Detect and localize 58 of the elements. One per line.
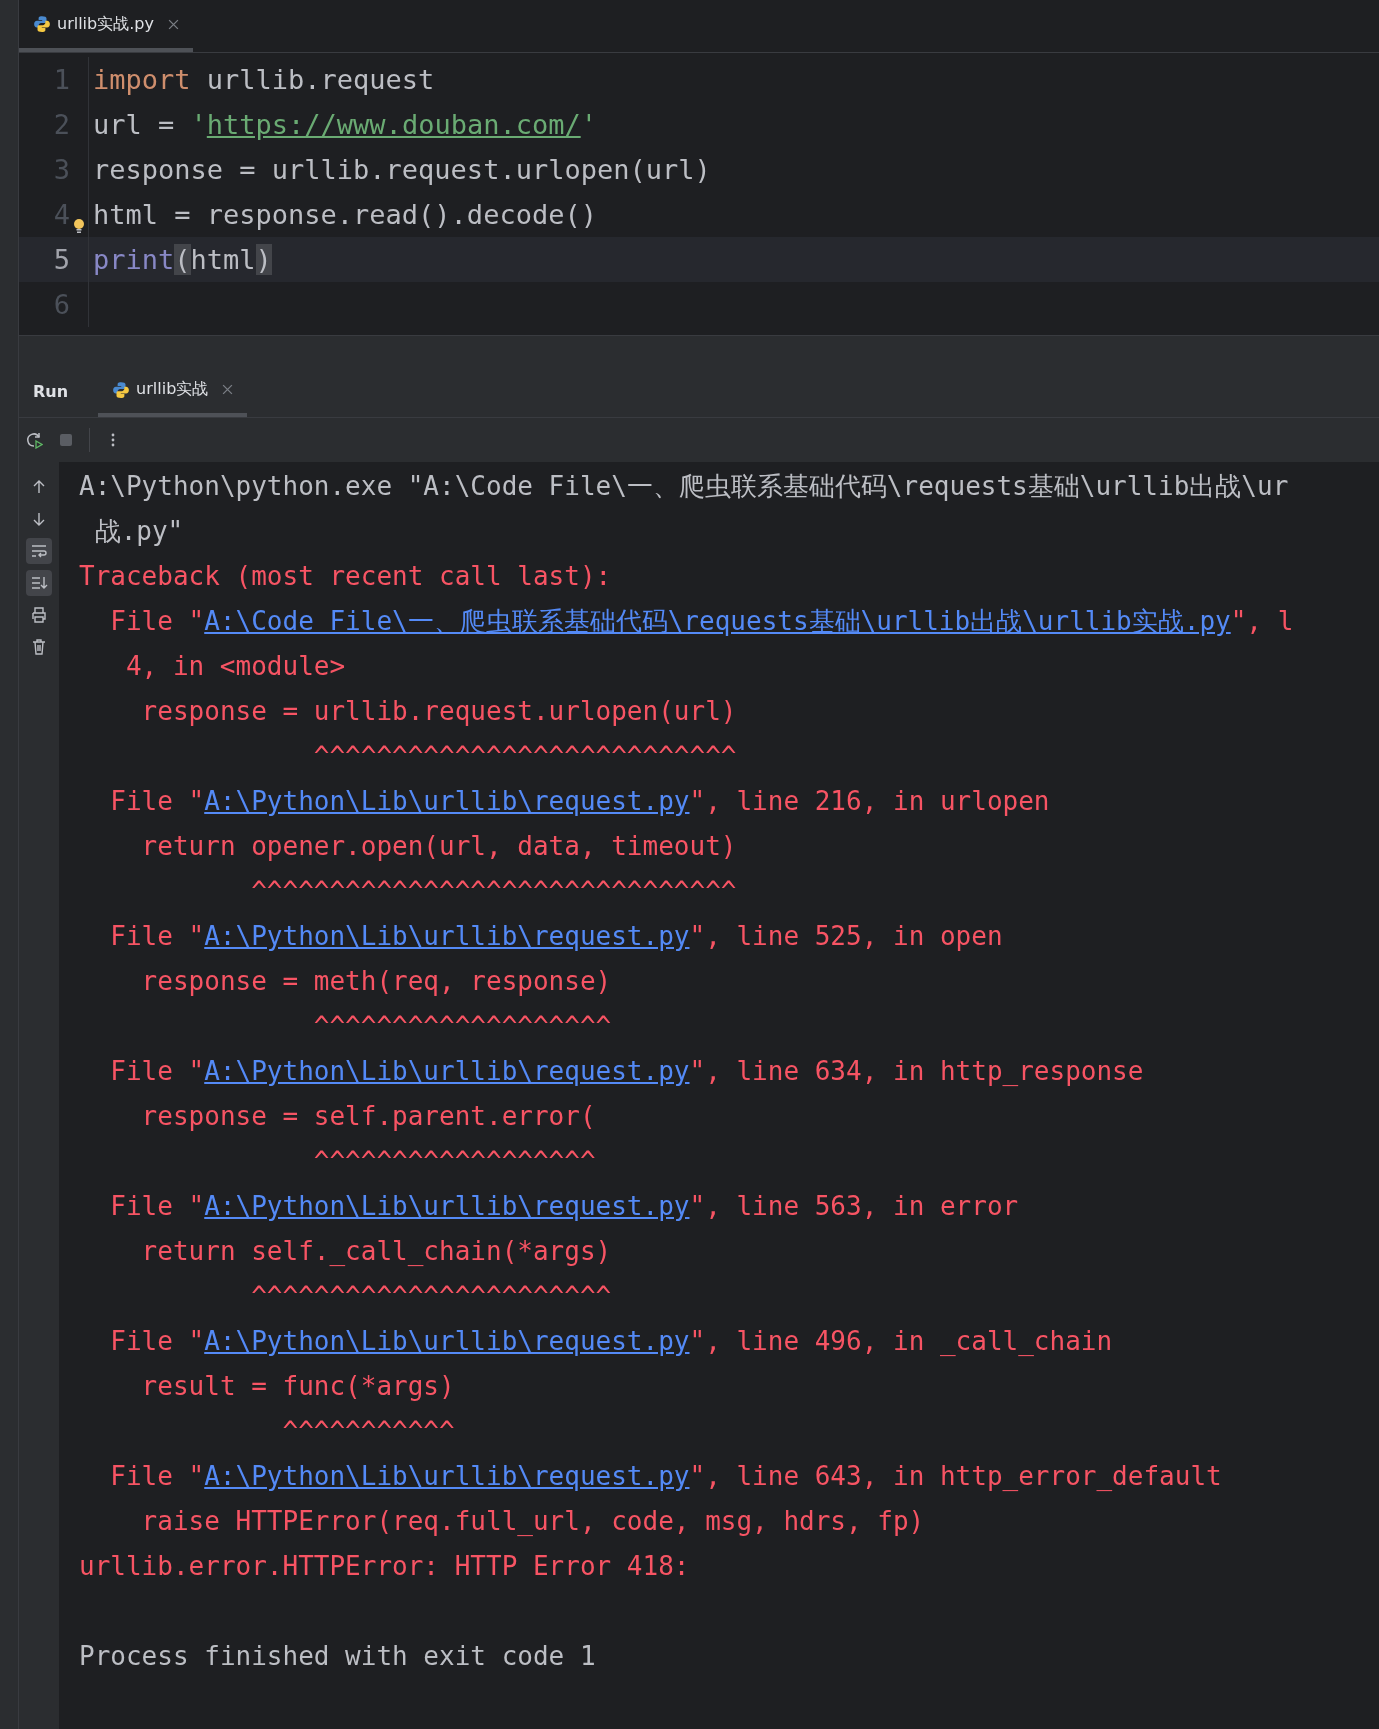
scroll-to-end-icon[interactable] [26,570,52,596]
console-text: ", line 563, in error [689,1191,1019,1221]
tab-label: urllib实战.py [57,13,154,35]
console-text: Traceback (most recent call last): [79,561,612,591]
console-text: 4, in <module> [125,651,346,681]
close-icon[interactable] [167,18,179,30]
console-text: File " [110,921,205,951]
console-text: Process finished with exit code 1 [79,1641,596,1671]
console-text: urllib.error.HTTPError: HTTP Error 418: [79,1551,690,1581]
console-text: ^^^^^^^^^^^ [281,1416,455,1446]
close-icon[interactable] [222,384,234,395]
code-line: html = response.read().decode() [92,199,597,230]
file-link[interactable]: A:\Python\Lib\urllib\request.py [204,921,690,951]
console-text: ", line 216, in urlopen [689,786,1050,816]
code-line: print(html) [92,244,272,275]
run-panel-title: Run [32,382,70,401]
tab-label: urllib实战 [136,379,209,400]
file-link[interactable]: A:\Python\Lib\urllib\request.py [204,1326,690,1356]
console-text: ^^^^^^^^^^^^^^^^^^^^^^^ [250,1281,612,1311]
console-text: response = meth(req, response) [141,966,612,996]
code-line: url = 'https://www.douban.com/' [92,109,597,140]
editor-tab[interactable]: urllib实战.py [19,0,193,52]
console-text: File " [110,606,205,636]
file-link[interactable]: A:\Python\Lib\urllib\request.py [204,1056,690,1086]
console-text: ^^^^^^^^^^^^^^^^^^ [312,1146,596,1176]
file-link[interactable]: A:\Python\Lib\urllib\request.py [204,786,690,816]
console-text: return self._call_chain(*args) [141,1236,612,1266]
python-file-icon [112,380,131,399]
console-text: result = func(*args) [141,1371,455,1401]
console-text: ", l [1230,606,1294,636]
console-text: ^^^^^^^^^^^^^^^^^^^^^^^^^^^ [312,741,737,771]
console-text: 战.py" [94,516,184,546]
lightbulb-icon[interactable] [73,218,85,234]
line-number: 5 [19,237,89,282]
console-text: response = self.parent.error( [141,1101,596,1131]
console-text: ", line 643, in http_error_default [689,1461,1222,1491]
soft-wrap-icon[interactable] [26,538,52,564]
console-text: File " [110,1326,205,1356]
file-link[interactable]: A:\Python\Lib\urllib\request.py [204,1461,690,1491]
console-text: ", line 634, in http_response [689,1056,1144,1086]
console-text: raise HTTPError(req.full_url, code, msg, hdrs, fp) [141,1506,925,1536]
console-text: File " [110,1056,205,1086]
console-text: File " [110,1461,205,1491]
console-text: A:\Python\python.exe "A:\Code File\一、爬虫联系基础代码\requests基础\urllib出战\ur [79,471,1289,501]
console-text: File " [110,1191,205,1221]
code-line: response = urllib.request.urlopen(url) [92,154,711,185]
console-text: ^^^^^^^^^^^^^^^^^^^ [312,1011,612,1041]
file-link[interactable]: A:\Code File\一、爬虫联系基础代码\requests基础\urllib出战\urllib实战.py [204,606,1231,636]
python-file-icon [33,15,51,33]
console-text: return opener.open(url, data, timeout) [141,831,737,861]
console-text: ", line 525, in open [689,921,1003,951]
console-text: ", line 496, in _call_chain [689,1326,1113,1356]
console-text: response = urllib.request.urlopen(url) [141,696,737,726]
console-text: ^^^^^^^^^^^^^^^^^^^^^^^^^^^^^^^ [250,876,737,906]
console-text: File " [110,786,205,816]
code-line: import urllib.request [92,64,435,95]
rerun-icon[interactable] [25,431,43,449]
file-link[interactable]: A:\Python\Lib\urllib\request.py [204,1191,690,1221]
